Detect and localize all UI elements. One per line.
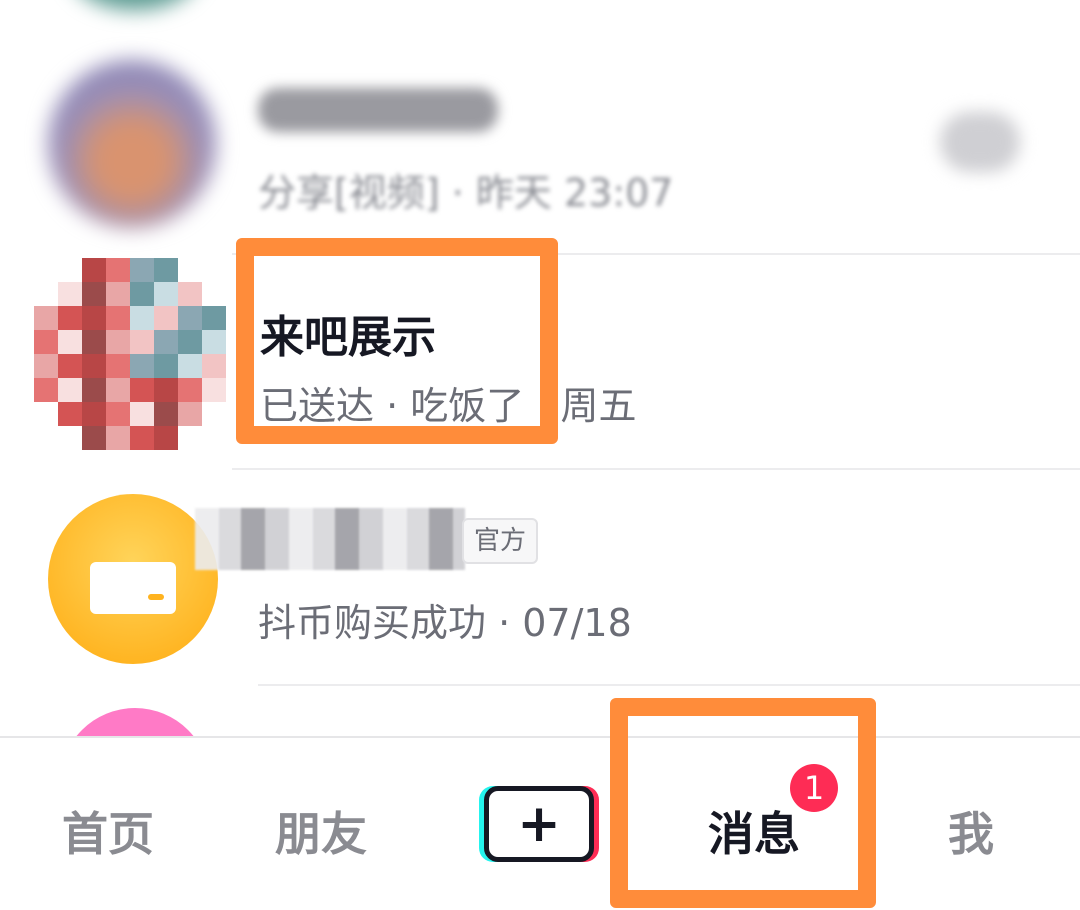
contact-name: 来吧展示 xyxy=(260,312,436,363)
message-preview-main: 已送达 · 吃饭了 xyxy=(260,384,525,428)
avatar xyxy=(48,494,218,664)
avatar-pixel xyxy=(82,378,106,402)
avatar-pixel xyxy=(82,330,106,354)
list-item[interactable]: 官方 抖币购买成功 · 07/18 xyxy=(0,470,1080,685)
list-item[interactable]: 分享[视频] · 昨天 23:07 xyxy=(0,40,1080,255)
avatar-pixel xyxy=(58,330,82,354)
avatar-pixel xyxy=(154,426,178,450)
avatar-pixel xyxy=(106,426,130,450)
avatar-pixel xyxy=(58,378,82,402)
avatar-pixel xyxy=(106,402,130,426)
avatar-pixel xyxy=(130,282,154,306)
bottom-tab-bar: 首页 朋友 + 消息 我 xyxy=(0,736,1080,910)
avatar xyxy=(60,708,210,736)
message-preview: 已送达 · 吃饭了 · 周五 xyxy=(260,375,637,430)
avatar-pixel xyxy=(154,378,178,402)
avatar-pixel xyxy=(130,378,154,402)
avatar-pixel xyxy=(130,426,154,450)
avatar-pixel xyxy=(154,282,178,306)
tab-home[interactable]: 首页 xyxy=(62,798,154,864)
contact-name-blurred xyxy=(258,88,498,132)
avatar-pixel xyxy=(130,306,154,330)
avatar-pixel xyxy=(106,282,130,306)
tab-messages[interactable]: 消息 xyxy=(708,798,800,864)
avatar-pixel xyxy=(82,402,106,426)
avatar-pixel xyxy=(58,354,82,378)
avatar-pixel xyxy=(82,354,106,378)
tab-me[interactable]: 我 xyxy=(948,798,994,864)
avatar-pixel xyxy=(58,306,82,330)
avatar-pixel xyxy=(82,306,106,330)
avatar xyxy=(70,0,200,10)
official-badge: 官方 xyxy=(462,518,539,564)
avatar-pixel xyxy=(130,354,154,378)
avatar-pixel xyxy=(34,306,58,330)
avatar-pixel xyxy=(130,258,154,282)
avatar-pixel xyxy=(106,306,130,330)
avatar-pixel xyxy=(82,282,106,306)
message-preview: 抖币购买成功 · 07/18 xyxy=(258,601,632,645)
avatar-pixelated xyxy=(30,250,230,460)
avatar-pixel xyxy=(154,354,178,378)
avatar-pixel xyxy=(58,402,82,426)
avatar-pixel xyxy=(154,258,178,282)
avatar-pixel xyxy=(58,282,82,306)
message-time: · 周五 xyxy=(524,384,637,428)
avatar-pixel xyxy=(154,402,178,426)
avatar-pixel xyxy=(178,330,202,354)
avatar-pixel xyxy=(178,354,202,378)
avatar-pixel xyxy=(202,354,226,378)
avatar-pixel xyxy=(178,378,202,402)
avatar-pixel xyxy=(34,354,58,378)
conversation-list: 分享[视频] · 昨天 23:07 来吧展示 已送达 · 吃饭了 · 周五 官方… xyxy=(0,0,1080,736)
list-item-partial-bottom[interactable] xyxy=(0,686,1080,736)
avatar-pixel xyxy=(82,258,106,282)
tab-friends[interactable]: 朋友 xyxy=(275,798,367,864)
avatar-pixel xyxy=(106,258,130,282)
notification-badge: 1 xyxy=(790,764,838,812)
camera-icon[interactable] xyxy=(940,112,1020,172)
avatar-pixel xyxy=(106,330,130,354)
add-button[interactable]: + xyxy=(484,786,594,862)
avatar-pixel xyxy=(178,282,202,306)
avatar-pixel xyxy=(178,306,202,330)
contact-name-pixelated xyxy=(195,508,465,570)
message-preview: 分享[视频] · 昨天 23:07 xyxy=(258,171,674,215)
avatar-pixel xyxy=(130,402,154,426)
avatar-pixel xyxy=(82,426,106,450)
avatar-pixel xyxy=(130,330,154,354)
avatar-pixel xyxy=(178,402,202,426)
avatar-pixel xyxy=(154,330,178,354)
avatar-pixel xyxy=(106,354,130,378)
plus-icon: + xyxy=(517,794,561,854)
avatar-pixel xyxy=(202,378,226,402)
avatar-pixel xyxy=(34,378,58,402)
avatar-pixel xyxy=(202,330,226,354)
avatar xyxy=(48,60,216,228)
list-item-partial-top[interactable] xyxy=(0,0,1080,20)
avatar-pixel xyxy=(34,330,58,354)
avatar-pixel xyxy=(202,306,226,330)
avatar-pixel xyxy=(106,378,130,402)
wallet-icon xyxy=(90,562,176,614)
avatar-pixel xyxy=(154,306,178,330)
